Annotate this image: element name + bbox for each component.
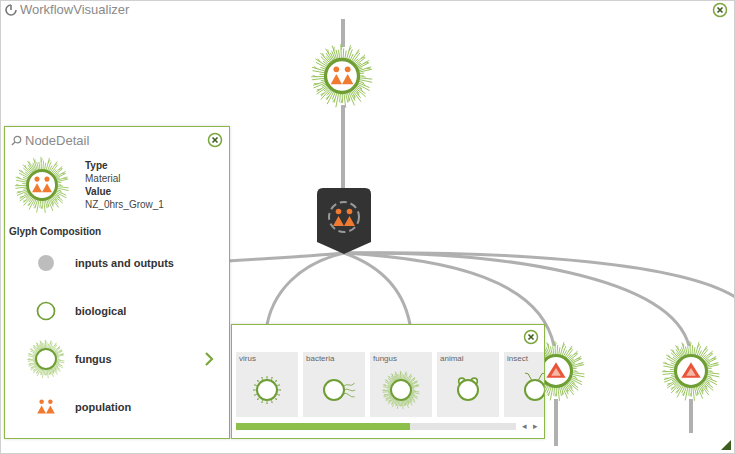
option-glyph-box [373,364,429,415]
edge [341,19,345,47]
fungus-icon [26,339,66,379]
glyph-component-row: inputs and outputs [25,239,219,287]
bacteria-icon [314,370,354,410]
population-icon [29,390,63,424]
component-label: biological [75,305,219,317]
glyph-picker-panel: virusbacteriafungusanimalinsect◂▸ [231,324,545,439]
value-value: NZ_0hrs_Grow_1 [85,198,164,211]
node-glyph-icon [13,156,71,214]
edge [344,253,735,301]
component-icon-box [25,246,67,280]
fungus-icon [381,370,421,410]
node-glyph-icon [660,340,722,402]
option-glyph-box [507,364,544,415]
workflow-node[interactable] [317,188,371,254]
scroll-thumb[interactable] [236,423,410,430]
biological-icon [29,294,63,328]
glyph-component-row: biological [25,287,219,335]
workflow-visualizer-window: WorkflowVisualizer NodeDetail TypeMaterial… [0,0,735,454]
glyph-option-card[interactable]: virus [236,352,298,417]
scroll-track[interactable] [236,423,516,430]
option-label: animal [440,354,496,364]
edge [266,253,344,331]
node-fields: TypeMaterialValueNZ_0hrs_Grow_1 [85,159,164,211]
option-label: bacteria [306,354,362,364]
value-label: Value [85,185,164,198]
edge [344,253,411,331]
workflow-node[interactable] [309,43,375,109]
component-icon-box [25,339,67,379]
edge [689,399,693,433]
glyph-option-card[interactable]: animal [437,352,499,417]
option-label: fungus [373,354,429,364]
node-glyph-icon [309,43,375,109]
option-glyph-box [306,364,362,415]
close-icon[interactable] [523,329,539,345]
io-icon [29,246,63,280]
glyph-option-list: virus bacteria fungus animal insect [232,349,544,417]
glyph-option-card[interactable]: bacteria [303,352,365,417]
window-title: WorkflowVisualizer [20,2,129,18]
insect-icon [515,370,544,410]
resize-corner-icon[interactable] [721,440,731,450]
glyph-component-row: population [25,383,219,431]
scroll-next-button[interactable]: ▸ [533,421,538,431]
component-label: population [75,401,219,413]
option-glyph-box [440,364,496,415]
component-label: fungus [75,353,195,365]
component-label: inputs and outputs [75,257,219,269]
node-info: TypeMaterialValueNZ_0hrs_Grow_1 [5,152,229,214]
option-glyph-box [239,364,295,415]
glyph-component-row[interactable]: fungus [25,335,219,383]
virus-icon [247,370,287,410]
component-icon-box [25,390,67,424]
chevron-right-icon[interactable] [203,351,215,367]
panel-header [232,325,544,349]
type-value: Material [85,172,164,185]
process-node-icon [317,188,371,254]
glyph-composition-list: inputs and outputs biological fungus popula… [5,239,229,431]
close-icon[interactable] [712,2,728,18]
logo-icon [5,4,17,16]
title-bar: WorkflowVisualizer [1,1,734,19]
scrollbar: ◂▸ [232,417,544,431]
component-icon-box [25,294,67,328]
glyph-option-card[interactable]: fungus [370,352,432,417]
scroll-prev-button[interactable]: ◂ [522,421,527,431]
close-icon[interactable] [207,132,223,148]
option-label: insect [507,354,544,364]
panel-title: NodeDetail [25,133,204,148]
glyph-option-card[interactable]: insect [504,352,544,417]
edge [554,399,558,446]
animal-icon [448,370,488,410]
type-label: Type [85,159,164,172]
search-icon [11,135,22,146]
node-detail-panel: NodeDetail TypeMaterialValueNZ_0hrs_Grow_… [4,126,230,439]
section-title: Glyph Composition [5,214,229,239]
panel-header: NodeDetail [5,127,229,152]
option-label: virus [239,354,295,364]
edge [341,105,345,193]
workflow-node[interactable] [660,340,722,402]
